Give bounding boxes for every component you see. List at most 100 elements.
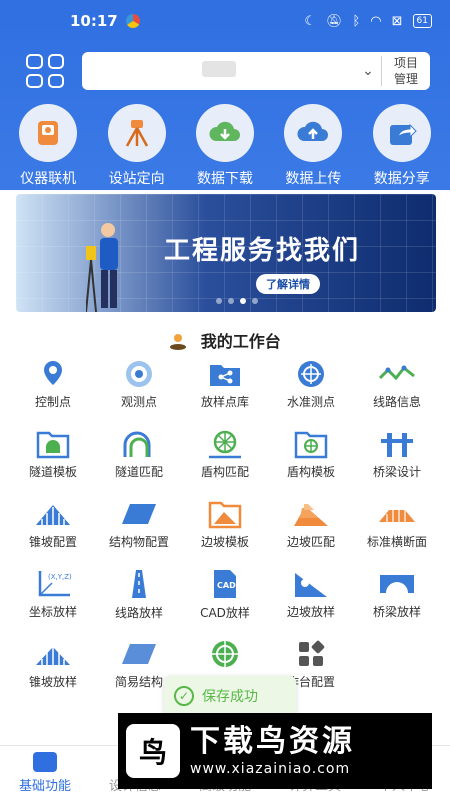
- crosshair-icon: [290, 358, 332, 389]
- tool-label: 锥坡放样: [28, 675, 77, 689]
- tool-route-info[interactable]: 线路信息: [354, 358, 440, 410]
- workbench-title: 我的工作台: [200, 332, 281, 351]
- tool-tunnel-match[interactable]: 隧道匹配: [96, 428, 182, 480]
- svg-text:CAD: CAD: [217, 581, 236, 590]
- tool-bridge-design[interactable]: 桥梁设计: [354, 428, 440, 480]
- watermark-text: 下载鸟资源 www.xiazainiao.com: [190, 724, 355, 778]
- tool-standard-cross-section[interactable]: 标准横断面: [354, 498, 440, 550]
- battery-icon: 61: [412, 14, 432, 28]
- xyz-axis-icon: (X,Y,Z): [32, 568, 74, 599]
- banner-learn-more-button[interactable]: 了解详情: [256, 274, 320, 294]
- tool-structure-config[interactable]: 结构物配置: [96, 498, 182, 550]
- quick-label: 仪器联机: [20, 171, 77, 187]
- toast-save-success: ✓ 保存成功: [164, 676, 296, 716]
- svg-text:(X,Y,Z): (X,Y,Z): [48, 573, 72, 581]
- tool-shield-template[interactable]: 盾构模板: [268, 428, 354, 480]
- mute-icon: 🔕︎: [325, 13, 343, 29]
- quick-station-orientation[interactable]: 设站定向: [95, 104, 179, 188]
- quick-label: 数据下载: [196, 171, 253, 187]
- project-manage-button[interactable]: 项目 管理: [382, 55, 430, 87]
- cloud-download-icon: [195, 104, 254, 162]
- slope-stakeout-icon: [290, 568, 332, 599]
- tool-slope-match[interactable]: 边坡匹配: [268, 498, 354, 550]
- tool-label: 线路信息: [372, 395, 421, 409]
- tool-slope-template[interactable]: 边坡模板: [182, 498, 268, 550]
- tool-label: 控制点: [34, 395, 71, 409]
- quick-data-upload[interactable]: 数据上传: [271, 104, 355, 188]
- project-bar: ⌄ 项目 管理: [0, 52, 450, 90]
- banner-dot: [228, 298, 234, 304]
- tool-cone-stakeout[interactable]: 锥坡放样: [10, 638, 96, 690]
- tab-label: 基础功能: [18, 779, 71, 794]
- project-selector[interactable]: ⌄ 项目 管理: [82, 52, 430, 90]
- quick-data-download[interactable]: 数据下载: [183, 104, 267, 188]
- tunnel-folder-icon: [32, 428, 74, 459]
- tool-label: 桥梁设计: [372, 465, 421, 479]
- manage-label-top: 项目: [393, 56, 418, 70]
- promo-banner[interactable]: 工程服务找我们 了解详情: [16, 194, 436, 312]
- apps-config-icon: [290, 638, 332, 669]
- cross-section-icon: [376, 498, 418, 529]
- tool-stakeout-library[interactable]: 放样点库: [182, 358, 268, 410]
- tool-label: 锥坡配置: [28, 535, 77, 549]
- cad-file-icon: CAD: [204, 568, 246, 600]
- tool-label: 边坡匹配: [286, 535, 335, 549]
- slope-cone-icon: [32, 498, 74, 529]
- tab-basic-functions[interactable]: 基础功能: [0, 746, 90, 800]
- status-time: 10:17: [70, 12, 118, 30]
- parallelogram-icon: [118, 498, 160, 529]
- tool-label: 水准测点: [286, 395, 335, 409]
- redacted-project-name: [201, 61, 236, 77]
- route-line-icon: [376, 358, 418, 389]
- tool-coordinate-stakeout[interactable]: (X,Y,Z) 坐标放样: [10, 568, 96, 620]
- banner-pagination: [216, 298, 258, 304]
- watermark-url: www.xiazainiao.com: [190, 761, 351, 777]
- main-content: 工程服务找我们 了解详情 我的工作台 控制点 观测点 放样点库 水准测点 线路信…: [0, 190, 450, 745]
- no-sim-icon: ⊠: [391, 13, 403, 29]
- app-menu-grid-icon[interactable]: [26, 54, 64, 88]
- slope-layers-icon: [290, 498, 332, 529]
- bridge-pier-icon: [376, 428, 418, 459]
- banner-dot: [216, 298, 222, 304]
- tool-cone-slope-config[interactable]: 锥坡配置: [10, 498, 96, 550]
- tripod-icon: [107, 104, 166, 162]
- tool-label: 简易结构: [114, 675, 163, 689]
- tool-label: 桥梁放样: [372, 605, 421, 619]
- tunnel-arch-icon: [118, 428, 160, 459]
- tool-label: 边坡放样: [286, 605, 335, 619]
- app-header: 10:17 ☾ 🔕︎ ᛒ ◠ ⊠ 61 ⌄ 项目 管理 仪器联机 设站定向 数据…: [0, 0, 450, 190]
- tool-label: 盾构匹配: [200, 465, 249, 479]
- quick-instrument-connect[interactable]: 仪器联机: [6, 104, 90, 188]
- tool-cad-stakeout[interactable]: CAD CAD放样: [182, 568, 268, 620]
- watermark-logo: 鸟: [126, 724, 180, 778]
- banner-dot: [252, 298, 258, 304]
- tool-label: 隧道模板: [28, 465, 77, 479]
- folder-share-icon: [204, 358, 246, 389]
- tool-slope-stakeout[interactable]: 边坡放样: [268, 568, 354, 620]
- tool-label: 线路放样: [114, 606, 163, 620]
- project-name: [82, 61, 355, 81]
- tool-observation-point[interactable]: 观测点: [96, 358, 182, 410]
- cone-stakeout-icon: [32, 638, 74, 669]
- tool-route-stakeout[interactable]: 线路放样: [96, 568, 182, 620]
- status-icons: ☾ 🔕︎ ᛒ ◠ ⊠ 61: [304, 14, 432, 29]
- banner-dot-active: [240, 298, 246, 304]
- tool-tunnel-template[interactable]: 隧道模板: [10, 428, 96, 480]
- wifi-icon: ◠: [370, 13, 382, 29]
- bluetooth-icon: ᛒ: [352, 13, 361, 29]
- tool-control-point[interactable]: 控制点: [10, 358, 96, 410]
- quick-label: 设站定向: [108, 171, 165, 187]
- surveyor-badge-icon: [170, 334, 187, 350]
- target-icon: [118, 358, 160, 389]
- tool-shield-match[interactable]: 盾构匹配: [182, 428, 268, 480]
- quick-data-share[interactable]: 数据分享: [360, 104, 444, 188]
- tool-bridge-stakeout[interactable]: 桥梁放样: [354, 568, 440, 620]
- banner-title: 工程服务找我们: [164, 236, 361, 266]
- manage-label-bottom: 管理: [393, 72, 418, 86]
- tool-label: 盾构模板: [286, 465, 335, 479]
- tool-level-point[interactable]: 水准测点: [268, 358, 354, 410]
- tool-label: 结构物配置: [108, 535, 169, 549]
- workbench-heading: 我的工作台: [0, 328, 450, 352]
- chevron-down-icon[interactable]: ⌄: [355, 58, 381, 84]
- watermark-title: 下载鸟资源: [190, 724, 355, 759]
